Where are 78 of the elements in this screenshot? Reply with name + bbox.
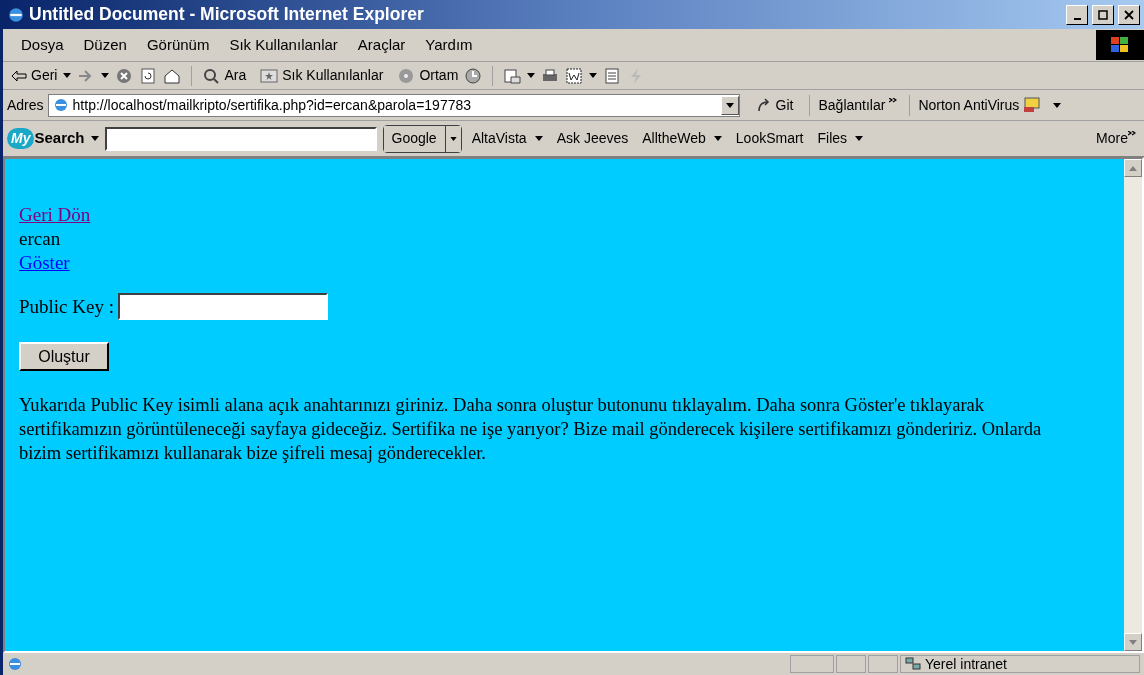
mysearch-logo: My Search	[7, 127, 85, 150]
address-text: http://localhost/mailkripto/sertifika.php?id=ercan&parola=197783	[72, 95, 473, 115]
back-arrow-icon	[11, 69, 27, 82]
refresh-icon[interactable]	[139, 66, 158, 85]
document-icon[interactable]	[603, 66, 622, 85]
go-button[interactable]: Git	[743, 94, 806, 116]
caret-icon	[713, 136, 722, 141]
window-title: Untitled Document - Microsoft Internet Explorer	[29, 3, 425, 27]
search-button[interactable]: Ara	[202, 65, 247, 86]
caret-icon[interactable]	[90, 136, 99, 141]
menu-item[interactable]: Sık Kullanılanlar	[219, 29, 348, 61]
disc-icon	[397, 66, 416, 85]
caret-icon	[449, 136, 457, 141]
up-arrow-icon	[1129, 165, 1137, 171]
windows-logo	[1096, 30, 1144, 60]
norton-button[interactable]: Norton AntiVirus	[909, 94, 1070, 116]
links-button[interactable]: Bağlantılar	[809, 94, 906, 116]
globe-icon	[7, 656, 23, 672]
close-icon	[1124, 9, 1134, 20]
menu-item[interactable]: Görünüm	[136, 29, 220, 61]
star-folder-icon	[260, 66, 279, 85]
dropdown-button[interactable]	[720, 95, 739, 115]
create-button[interactable]: Oluştur	[19, 342, 109, 371]
caret-icon	[534, 136, 543, 141]
search-engine-button[interactable]: AlltheWeb	[638, 128, 726, 149]
history-icon[interactable]	[464, 66, 483, 85]
search-engine-button[interactable]: Files	[813, 128, 868, 149]
caret-icon[interactable]	[589, 73, 598, 78]
username-text: ercan	[19, 227, 62, 251]
back-button[interactable]: Geri	[11, 65, 58, 86]
caret-icon	[855, 136, 864, 141]
instructions-paragraph: Yukarıda Public Key isimli alana açık anahtarınızı giriniz. Daha sonra oluştur butonunu tıklayalım. Daha sonra Göster'e tıklayarak sertifikamızın görüntüleneceği sayfaya gideceğiz. Sertifika ne işe yarıyor? Bize mail gönderecek kişilere sertifikamızı göndeririz. Onlarda bizim sertifikamızı kullanarak bize şifreli mesaj gönderecekler.	[19, 394, 1043, 465]
search-engine-button[interactable]: AltaVista	[467, 128, 547, 149]
globe-icon	[7, 5, 25, 24]
stop-icon[interactable]	[115, 66, 134, 85]
search-engine-button[interactable]: Ask Jeeves	[552, 128, 633, 149]
status-pane	[790, 655, 834, 673]
maximize-icon	[1098, 9, 1108, 20]
word-document-icon[interactable]	[565, 66, 584, 85]
globe-icon	[52, 97, 69, 113]
status-pane	[836, 655, 866, 673]
close-button[interactable]	[1118, 4, 1140, 25]
page-link[interactable]: Göster	[19, 251, 70, 275]
maximize-button[interactable]	[1092, 4, 1114, 25]
chevron-icon	[889, 97, 898, 105]
menu-item[interactable]: Araçlar	[347, 29, 416, 61]
minimize-button[interactable]	[1066, 4, 1088, 25]
monitor-icon	[1023, 97, 1042, 113]
search-engine-button[interactable]: LookSmart	[731, 128, 808, 149]
more-button[interactable]: More	[1096, 128, 1140, 149]
media-button[interactable]: Ortam	[397, 65, 459, 86]
favorites-button[interactable]: Sık Kullanılanlar	[260, 65, 384, 86]
menu-item[interactable]: Düzen	[73, 29, 137, 61]
down-arrow-icon	[1129, 639, 1137, 645]
page-link[interactable]: Geri Dön	[19, 203, 91, 227]
caret-icon	[725, 102, 734, 108]
address-label: Adres	[7, 95, 44, 115]
caret-icon[interactable]	[101, 73, 110, 78]
public-key-field[interactable]	[118, 293, 328, 320]
search-icon	[202, 66, 221, 85]
scroll-down-button[interactable]	[1124, 633, 1142, 651]
search-field[interactable]	[104, 126, 377, 151]
field-label: Public Key :	[19, 294, 114, 319]
network-icon	[905, 657, 921, 671]
mail-icon[interactable]	[503, 66, 522, 85]
scroll-up-button[interactable]	[1124, 159, 1142, 177]
menu-item[interactable]: Yardım	[415, 29, 483, 61]
chevron-icon	[1128, 131, 1136, 138]
caret-icon[interactable]	[63, 73, 72, 78]
zone-text: Yerel intranet	[925, 654, 1007, 674]
curved-arrow-icon	[755, 97, 772, 113]
address-field[interactable]: http://localhost/mailkripto/sertifika.php?id=ercan&parola=197783	[47, 93, 740, 117]
minimize-icon	[1073, 17, 1081, 20]
google-button[interactable]: Google	[383, 125, 446, 152]
status-pane	[868, 655, 898, 673]
caret-icon	[1053, 102, 1062, 108]
menu-item[interactable]: Dosya	[11, 29, 74, 61]
caret-icon[interactable]	[527, 73, 536, 78]
